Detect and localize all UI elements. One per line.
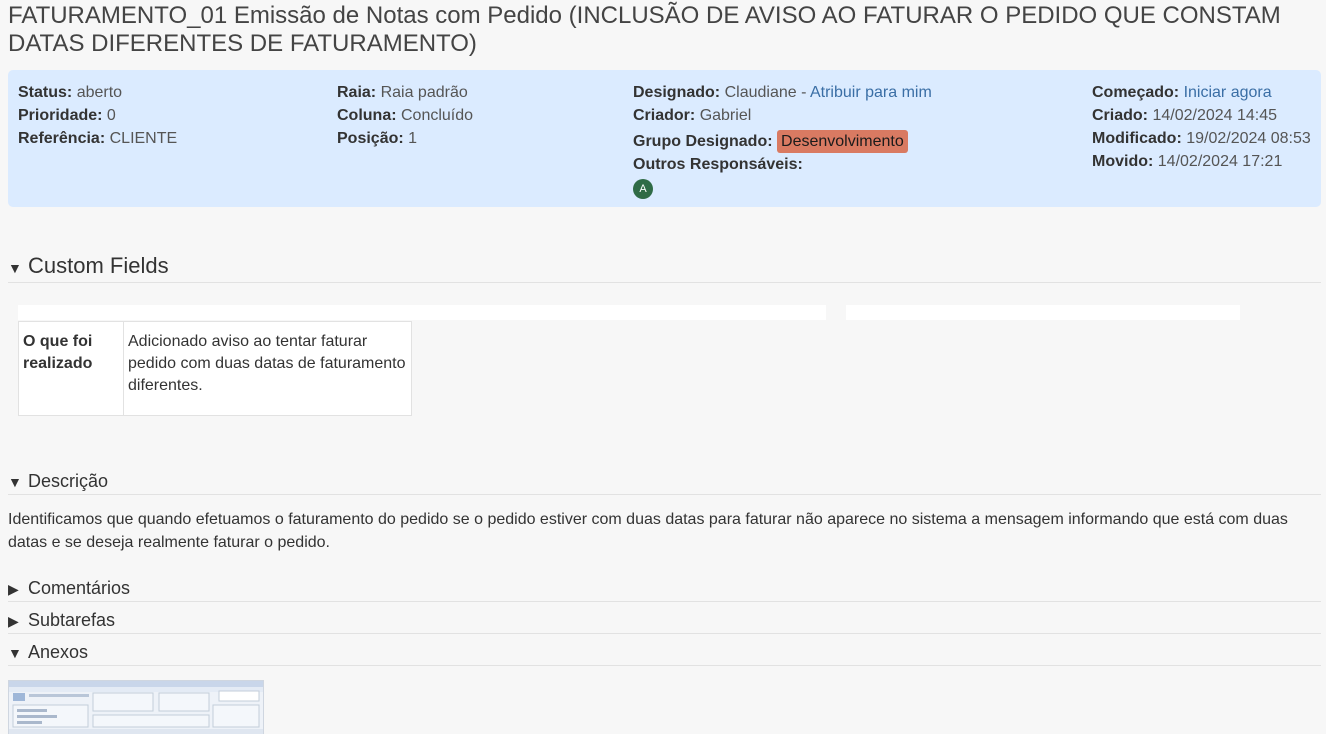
description-section-toggle[interactable]: ▼ Descrição (8, 469, 1321, 495)
summary-column-1: Status: aberto Prioridade: 0 Referência:… (18, 81, 177, 150)
custom-fields-section-toggle[interactable]: ▼ Custom Fields (8, 252, 1321, 283)
summary-column-3: Designado: Claudiane - Atribuir para mim… (633, 81, 932, 199)
assign-to-me-link[interactable]: Atribuir para mim (810, 84, 932, 101)
custom-fields-table: O que foi realizado Adicionado aviso ao … (18, 321, 412, 416)
attachments-section-toggle[interactable]: ▼ Anexos (8, 640, 1321, 666)
creator-value: Gabriel (699, 107, 752, 124)
description-text: Identificamos que quando efetuamos o fat… (8, 511, 1288, 551)
task-title: FATURAMENTO_01 Emissão de Notas com Pedi… (8, 2, 1281, 57)
reference-value: CLIENTE (109, 130, 178, 147)
attachment-thumbnail[interactable] (8, 680, 264, 734)
start-now-link[interactable]: Iniciar agora (1184, 84, 1272, 101)
priority-value: 0 (106, 107, 116, 124)
custom-fields-heading: Custom Fields (28, 253, 169, 278)
column-label: Coluna: (337, 107, 397, 124)
summary-column-2: Raia: Raia padrão Coluna: Concluído Posi… (337, 81, 473, 150)
subtasks-section-toggle[interactable]: ▶ Subtarefas (8, 608, 1321, 634)
table-row: O que foi realizado Adicionado aviso ao … (18, 321, 412, 416)
triangle-down-icon: ▼ (8, 645, 22, 661)
triangle-right-icon: ▶ (8, 613, 19, 629)
creator-label: Criador: (633, 107, 696, 124)
column-value: Concluído (401, 107, 474, 124)
task-summary-panel: Status: aberto Prioridade: 0 Referência:… (8, 70, 1321, 207)
triangle-down-icon: ▼ (8, 474, 22, 490)
modified-value: 19/02/2024 08:53 (1186, 130, 1311, 147)
position-value: 1 (408, 130, 418, 147)
comments-heading: Comentários (28, 578, 131, 598)
custom-fields-bar (18, 305, 826, 320)
assigned-group-badge: Desenvolvimento (777, 130, 908, 153)
summary-column-4: Começado: Iniciar agora Criado: 14/02/20… (1092, 81, 1311, 173)
created-value: 14/02/2024 14:45 (1152, 107, 1278, 124)
moved-label: Movido: (1092, 153, 1154, 170)
moved-value: 14/02/2024 17:21 (1157, 153, 1283, 170)
description-heading: Descrição (28, 471, 109, 491)
custom-field-value: Adicionado aviso ao tentar faturar pedid… (123, 321, 412, 416)
modified-label: Modificado: (1092, 130, 1182, 147)
created-label: Criado: (1092, 107, 1148, 124)
swimlane-label: Raia: (337, 84, 377, 101)
swimlane-value: Raia padrão (380, 84, 468, 101)
triangle-right-icon: ▶ (8, 581, 19, 597)
avatar[interactable]: A (633, 179, 653, 199)
status-label: Status: (18, 84, 73, 101)
assigned-group-label: Grupo Designado: (633, 133, 773, 150)
subtasks-heading: Subtarefas (28, 610, 116, 630)
custom-fields-bar (846, 305, 1240, 320)
triangle-down-icon: ▼ (8, 260, 22, 276)
attachments-heading: Anexos (28, 642, 89, 662)
position-label: Posição: (337, 130, 404, 147)
status-value: aberto (76, 84, 123, 101)
assignee-label: Designado: (633, 84, 721, 101)
priority-label: Prioridade: (18, 107, 103, 124)
started-label: Começado: (1092, 84, 1180, 101)
task-page: FATURAMENTO_01 Emissão de Notas com Pedi… (0, 0, 1326, 734)
custom-field-key: O que foi realizado (18, 321, 124, 416)
assignee-value: Claudiane - (724, 84, 807, 101)
comments-section-toggle[interactable]: ▶ Comentários (8, 576, 1321, 602)
reference-label: Referência: (18, 130, 106, 147)
screenshot-thumbnail-image (9, 681, 263, 734)
other-assignees-label: Outros Responsáveis: (633, 156, 803, 173)
